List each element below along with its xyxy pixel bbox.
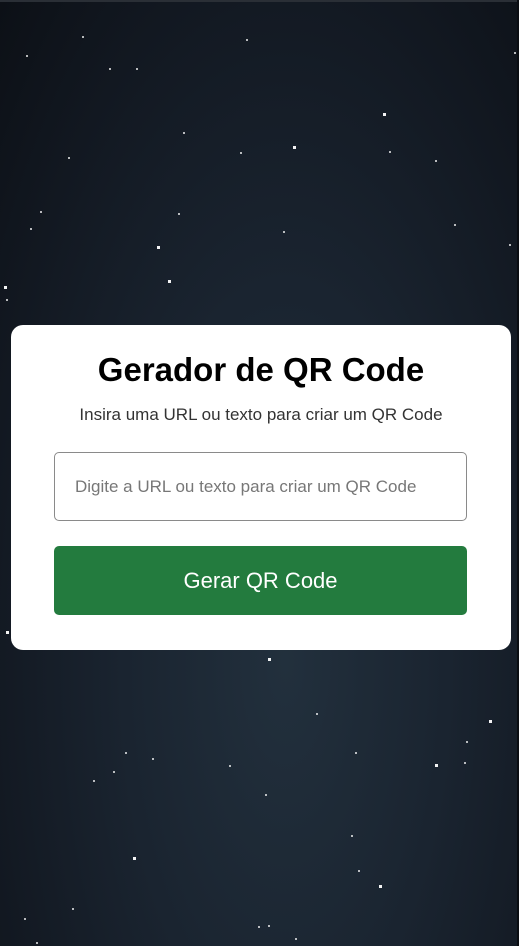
star-dot (6, 631, 9, 634)
star-dot (229, 765, 231, 767)
star-dot (152, 758, 154, 760)
star-dot (379, 885, 382, 888)
star-dot (355, 752, 357, 754)
star-dot (93, 780, 95, 782)
star-dot (183, 132, 185, 134)
star-dot (109, 68, 111, 70)
star-dot (26, 55, 28, 57)
star-dot (489, 720, 492, 723)
star-dot (466, 741, 468, 743)
qr-generator-card: Gerador de QR Code Insira uma URL ou tex… (11, 325, 511, 650)
star-dot (136, 68, 138, 70)
star-dot (295, 938, 297, 940)
star-dot (6, 299, 8, 301)
star-dot (268, 658, 271, 661)
star-dot (30, 228, 32, 230)
star-dot (383, 113, 386, 116)
star-dot (68, 157, 70, 159)
star-dot (113, 771, 115, 773)
star-dot (283, 231, 285, 233)
star-dot (36, 942, 38, 944)
star-dot (82, 36, 84, 38)
star-dot (246, 39, 248, 41)
star-dot (293, 146, 296, 149)
page-title: Gerador de QR Code (97, 351, 425, 388)
star-dot (258, 926, 260, 928)
star-dot (389, 151, 391, 153)
star-dot (268, 925, 270, 927)
url-text-input[interactable] (54, 452, 467, 521)
star-dot (133, 857, 136, 860)
star-dot (265, 794, 267, 796)
page-subtitle: Insira uma URL ou texto para criar um QR… (79, 405, 443, 424)
star-dot (168, 280, 171, 283)
star-dot (464, 762, 466, 764)
star-dot (72, 908, 74, 910)
star-dot (509, 244, 511, 246)
star-dot (514, 52, 516, 54)
star-dot (157, 246, 160, 249)
star-dot (240, 152, 242, 154)
star-dot (40, 211, 42, 213)
generate-qr-button[interactable]: Gerar QR Code (54, 546, 467, 615)
star-dot (4, 286, 7, 289)
star-dot (435, 764, 438, 767)
star-dot (351, 835, 353, 837)
star-dot (435, 160, 437, 162)
star-dot (125, 752, 127, 754)
star-dot (24, 918, 26, 920)
star-dot (178, 213, 180, 215)
star-dot (316, 713, 318, 715)
star-dot (454, 224, 456, 226)
star-dot (358, 870, 360, 872)
